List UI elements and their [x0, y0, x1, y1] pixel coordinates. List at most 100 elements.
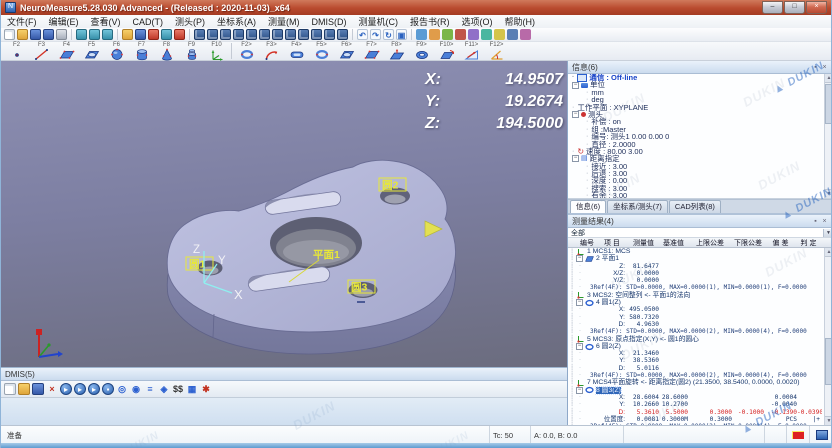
plane1-label[interactable]: 平面1	[313, 249, 340, 261]
results-table-body[interactable]: ┆1 MCS1: MCS┆−2 平面1┆·Z:81.6477┆·X/Z:0.00…	[568, 248, 832, 425]
result-feature-row[interactable]: ┆−2 平面1	[568, 255, 832, 262]
view-fit-icon[interactable]	[194, 29, 205, 40]
result-value-row[interactable]: ┆·D:4.9630	[568, 321, 832, 328]
menu-item-8[interactable]: DMIS(D)	[306, 17, 353, 27]
construct-plane-offset-button[interactable]: F8>	[384, 42, 409, 61]
dmis-flag-icon[interactable]: ◈	[158, 383, 170, 395]
result-value-row[interactable]: ┆·X:21.3460	[568, 350, 832, 357]
measure-plane-button[interactable]: F4	[54, 42, 79, 61]
open-program-icon[interactable]	[122, 29, 133, 40]
dmis-program-area[interactable]	[1, 398, 567, 425]
rotation-plane-button[interactable]: F10>	[434, 42, 459, 61]
scrollbar-thumb[interactable]	[825, 338, 832, 385]
circle3-label[interactable]: 圆3	[351, 282, 367, 294]
move-tool-icon[interactable]	[468, 29, 479, 40]
dmis-currency-icon[interactable]: $$	[172, 383, 184, 395]
menu-item-2[interactable]: 编辑(E)	[43, 15, 85, 28]
panel-close-icon[interactable]: ×	[820, 218, 829, 225]
info-tree[interactable]: ·通信 : Off-line−单位·mm·deg·工作平面 : XYPLANE−…	[568, 74, 832, 199]
angle-measure-button[interactable]: F12>	[484, 42, 509, 61]
pin-icon[interactable]: ▪	[811, 64, 820, 71]
info-tree-item[interactable]: ·工作平面 : XYPLANE	[568, 104, 832, 111]
measure-sphere-button[interactable]: F6	[104, 42, 129, 61]
construct-circle-button[interactable]: F2>	[234, 42, 259, 61]
measure-line-button[interactable]: F3	[29, 42, 54, 61]
dmis-delete-icon[interactable]: ×	[46, 383, 58, 395]
minimize-button[interactable]	[762, 1, 783, 14]
collapse-icon[interactable]: −	[576, 299, 583, 306]
capture-icon[interactable]: ▣	[396, 29, 407, 40]
scroll-down-icon[interactable]: ▼	[825, 416, 832, 425]
pin-icon[interactable]: ▪	[811, 218, 820, 225]
lock-tool-icon[interactable]	[520, 29, 531, 40]
measure-cylinder-button[interactable]: F7	[129, 42, 154, 61]
construct-circle-3-button[interactable]: F6>	[334, 42, 359, 61]
construct-torus-button[interactable]: F9>	[409, 42, 434, 61]
view-top-icon[interactable]	[259, 29, 270, 40]
dmis-goto-icon[interactable]: ◎	[116, 383, 128, 395]
run-program-icon[interactable]	[148, 29, 159, 40]
info-tree-item[interactable]: ·有余 : 3.00	[568, 192, 832, 199]
view-bottom-icon[interactable]	[272, 29, 283, 40]
menu-item-10[interactable]: 报告书(R)	[404, 15, 456, 28]
view-rotate-icon[interactable]	[298, 29, 309, 40]
machine-status-icon[interactable]	[809, 426, 832, 444]
view-pan-icon[interactable]	[311, 29, 322, 40]
dmis-settings-icon[interactable]: ✱	[200, 383, 212, 395]
result-form-row[interactable]: ┆·3Ref(4F): STD=0.0000, MAX=0.0000(2), M…	[568, 328, 832, 335]
stop-program-icon[interactable]	[174, 29, 185, 40]
result-value-row[interactable]: ┆·D:5.0116	[568, 365, 832, 372]
result-value-row[interactable]: ┆·X:495.0500	[568, 306, 832, 313]
result-feature-row[interactable]: ┆5 MCS3: 原点指定(X,Y) <- 圆1的圆心	[568, 336, 832, 343]
align-tool-icon[interactable]	[494, 29, 505, 40]
dmis-save-icon[interactable]	[32, 383, 44, 395]
scroll-up-icon[interactable]: ▲	[825, 74, 832, 83]
dmis-run-pause-icon[interactable]: ▪	[102, 383, 114, 395]
maximize-button[interactable]	[784, 1, 805, 14]
info-tree-item[interactable]: −单位	[568, 81, 832, 88]
dmis-run-all-icon[interactable]: ▸	[60, 383, 72, 395]
results-panel-header[interactable]: 测量结果(4) ▪ ×	[568, 215, 832, 228]
result-feature-row[interactable]: ┆−8 圆3(Z)	[568, 387, 832, 394]
view-iso-icon[interactable]	[285, 29, 296, 40]
circle1-label[interactable]: 圆1	[189, 259, 205, 271]
dmis-open-icon[interactable]	[18, 383, 30, 395]
refresh-icon[interactable]: ↻	[383, 29, 394, 40]
construct-plane-button[interactable]: F7>	[359, 42, 384, 61]
collapse-icon[interactable]: −	[576, 343, 583, 350]
open-file-icon[interactable]	[17, 29, 28, 40]
rotate-tool-icon[interactable]	[481, 29, 492, 40]
select-tool-icon[interactable]	[416, 29, 427, 40]
construct-slot-button[interactable]: F4>	[284, 42, 309, 61]
collapse-icon[interactable]: −	[572, 82, 579, 89]
dmis-list-icon[interactable]: ≡	[144, 383, 156, 395]
language-flag-icon[interactable]	[786, 426, 809, 444]
tab-csys-probe[interactable]: 坐标系/测头(7)	[607, 200, 668, 213]
result-value-row[interactable]: ┆·Z:81.6477	[568, 263, 832, 270]
result-value-row[interactable]: ┆·位置度:0.00810.3000M0.3000PCS|+	[568, 416, 832, 423]
measure-stepped-cylinder-button[interactable]: F9	[179, 42, 204, 61]
result-value-row[interactable]: ┆·Y/Z:0.0000	[568, 277, 832, 284]
view-zoom-out-icon[interactable]	[337, 29, 348, 40]
info-scrollbar[interactable]: ▲ ▼	[824, 74, 832, 198]
menu-item-9[interactable]: 测量机(C)	[353, 15, 405, 28]
delete-point-icon[interactable]	[442, 29, 453, 40]
close-button[interactable]	[806, 1, 827, 14]
label-tool-icon[interactable]	[507, 29, 518, 40]
step-program-icon[interactable]	[161, 29, 172, 40]
dmis-run-step-icon[interactable]: ▸	[88, 383, 100, 395]
dmis-run-select-icon[interactable]: ▸	[74, 383, 86, 395]
print-icon[interactable]	[56, 29, 67, 40]
collapse-icon[interactable]: −	[576, 387, 583, 394]
dmis-panel-header[interactable]: DMIS(5)	[1, 368, 567, 381]
probe-calibrate-icon[interactable]	[89, 29, 100, 40]
menu-item-12[interactable]: 帮助(H)	[499, 15, 542, 28]
tab-info[interactable]: 信息(6)	[570, 200, 606, 213]
result-value-row[interactable]: ┆·X/Z:0.0000	[568, 270, 832, 277]
measure-cone-button[interactable]: F8	[154, 42, 179, 61]
save-program-icon[interactable]	[135, 29, 146, 40]
info-tree-item[interactable]: ·mm	[568, 89, 832, 96]
probe-manager-icon[interactable]	[76, 29, 87, 40]
menu-item-1[interactable]: 文件(F)	[1, 15, 43, 28]
measure-point-button[interactable]: F2	[4, 42, 29, 61]
